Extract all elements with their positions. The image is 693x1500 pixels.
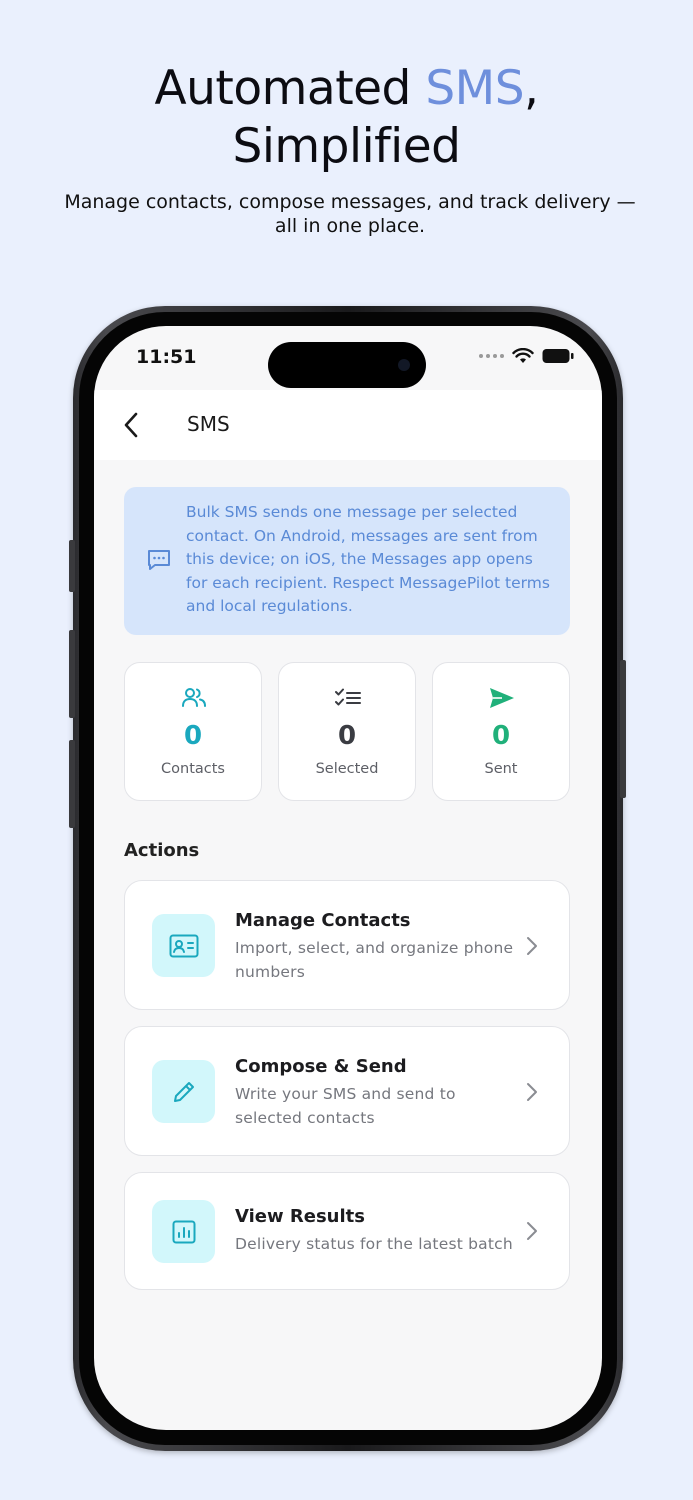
app-bar: SMS [94,390,602,460]
phone-action-button [69,540,75,592]
phone-volume-down-button [69,740,75,828]
chevron-right-icon [527,937,537,955]
compose-send-card[interactable]: Compose & Send Write your SMS and send t… [124,1026,570,1156]
phone-screen: 11:51 SMS Bulk SMS sends one message per… [94,326,602,1430]
send-icon [487,685,517,711]
phone-volume-up-button [69,630,75,718]
stat-label: Sent [484,761,518,777]
stat-value: 0 [337,721,357,751]
stat-card-sent: 0 Sent [432,662,570,801]
hero-title: Automated SMS, Simplified [0,60,693,176]
stat-label: Contacts [161,761,225,777]
action-title: Manage Contacts [235,910,411,931]
status-indicators [479,348,574,364]
hero-title-accent: SMS [425,61,525,116]
actions-heading: Actions [124,840,200,861]
info-banner-text: Bulk SMS sends one message per selected … [186,503,550,615]
checklist-icon [333,685,363,711]
page-title: SMS [187,412,230,436]
action-title: View Results [235,1206,365,1227]
phone-power-button [620,660,626,798]
action-title: Compose & Send [235,1056,407,1077]
chevron-right-icon [527,1083,537,1101]
hero-title-part2: , [524,61,539,116]
back-button[interactable] [116,408,146,442]
chevron-left-icon [124,412,138,438]
hero-title-part1: Automated [154,61,426,116]
pencil-icon [152,1060,215,1123]
action-description: Write your SMS and send to selected cont… [235,1085,456,1127]
hero-title-line2: Simplified [232,119,461,174]
stat-card-selected: 0 Selected [278,662,416,801]
marketing-page: Automated SMS, Simplified Manage contact… [0,0,693,1500]
manage-contacts-card[interactable]: Manage Contacts Import, select, and orga… [124,880,570,1010]
view-results-card[interactable]: View Results Delivery status for the lat… [124,1172,570,1290]
info-banner: Bulk SMS sends one message per selected … [124,487,570,635]
stat-label: Selected [315,761,379,777]
hero-subtitle: Manage contacts, compose messages, and t… [64,191,636,237]
status-time: 11:51 [136,346,197,368]
battery-icon [542,349,574,363]
stat-value: 0 [183,721,203,751]
signal-dots-icon [479,354,504,358]
dynamic-island [268,342,426,388]
action-description: Import, select, and organize phone numbe… [235,939,514,981]
users-icon [179,685,209,711]
camera-icon [398,359,410,371]
contact-card-icon [152,914,215,977]
action-description: Delivery status for the latest batch [235,1235,513,1253]
wifi-icon [512,348,534,363]
stat-value: 0 [491,721,511,751]
bar-chart-icon [152,1200,215,1263]
stat-card-contacts: 0 Contacts [124,662,262,801]
message-dots-icon [148,550,170,570]
chevron-right-icon [527,1222,537,1240]
